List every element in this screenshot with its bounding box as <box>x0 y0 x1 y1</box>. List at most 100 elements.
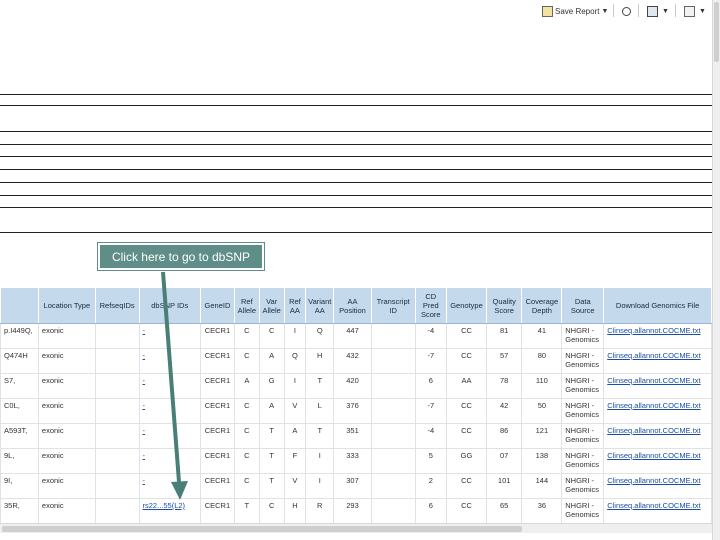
dbsnp-link[interactable]: - <box>138 323 201 349</box>
table-cell: p.I449Q, <box>0 323 39 349</box>
column-header[interactable]: Variant AA <box>305 287 335 324</box>
table-cell: 80 <box>521 348 563 374</box>
table-cell: Q474H <box>0 348 39 374</box>
table-cell: C <box>233 348 260 374</box>
table-cell: -4 <box>414 323 448 349</box>
table-cell: CC <box>446 423 487 449</box>
column-header[interactable]: Data Source <box>561 287 605 324</box>
section-divider <box>0 131 712 132</box>
refresh-button[interactable] <box>622 3 633 19</box>
table-cell: 9L, <box>0 448 39 474</box>
table-cell <box>94 398 140 424</box>
column-header[interactable]: RefseqIDs <box>94 287 140 324</box>
table-cell: CC <box>446 498 487 523</box>
table-cell <box>370 398 416 424</box>
table-cell: C <box>258 498 285 523</box>
table-cell: 376 <box>333 398 372 424</box>
dbsnp-link[interactable]: - <box>138 448 201 474</box>
column-header[interactable]: GeneID <box>199 287 235 324</box>
column-header[interactable] <box>0 287 39 324</box>
layout-icon <box>647 5 658 17</box>
download-file-link[interactable]: Clinseq.allannot.COCME.txt <box>603 348 712 374</box>
table-row: 9I, exonic - CECR1 C T V I 307 2 CC 101 144 NHGRI - G… <box>0 473 712 499</box>
table-cell <box>370 423 416 449</box>
table-cell: CC <box>446 348 487 374</box>
column-header[interactable]: Transcript ID <box>370 287 416 324</box>
table-row: p.I449Q, exonic - CECR1 C C I Q 447 -4 CC 81 41 NHGRI… <box>0 323 712 349</box>
layout-button[interactable]: ▼ <box>647 3 669 19</box>
table-cell: R <box>305 498 335 523</box>
horizontal-scrollbar[interactable] <box>0 523 712 533</box>
table-cell: T <box>258 473 285 499</box>
table-cell: 6 <box>414 373 448 399</box>
column-header[interactable]: Download Genomics File <box>603 287 712 324</box>
column-header[interactable]: Var Allele <box>258 287 285 324</box>
table-cell: 35R, <box>0 498 39 523</box>
download-file-link[interactable]: Clinseq.allannot.COCME.txt <box>603 448 712 474</box>
column-header[interactable]: AA Position <box>333 287 372 324</box>
table-cell: 138 <box>521 448 563 474</box>
horizontal-scrollbar-thumb[interactable] <box>2 526 522 532</box>
section-divider <box>0 207 712 208</box>
dbsnp-link[interactable]: - <box>138 373 201 399</box>
table-cell: 42 <box>485 398 523 424</box>
vertical-scrollbar[interactable] <box>712 0 720 540</box>
table-cell: CECR1 <box>199 423 235 449</box>
table-cell: 6 <box>414 498 448 523</box>
table-cell: CC <box>446 323 487 349</box>
dbsnp-link[interactable]: - <box>138 473 201 499</box>
table-cell: 144 <box>521 473 563 499</box>
section-divider <box>0 232 712 233</box>
table-cell: exonic <box>37 348 96 374</box>
variant-table: Location Type RefseqIDs dbSNP IDs GeneID Ref… <box>0 287 712 523</box>
vertical-scrollbar-thumb[interactable] <box>714 2 719 62</box>
table-cell: CECR1 <box>199 373 235 399</box>
column-header[interactable]: dbSNP IDs <box>138 287 201 324</box>
table-row: 9L, exonic - CECR1 C T F I 333 5 GG 07 138 NHGRI - Ge… <box>0 448 712 474</box>
column-header[interactable]: CD Pred Score <box>414 287 448 324</box>
table-cell: 36 <box>521 498 563 523</box>
dbsnp-callout: Click here to go to dbSNP <box>98 243 264 270</box>
table-cell: 420 <box>333 373 372 399</box>
download-file-link[interactable]: Clinseq.allannot.COCME.txt <box>603 398 712 424</box>
table-cell: 50 <box>521 398 563 424</box>
table-cell: 57 <box>485 348 523 374</box>
table-row: Q474H exonic - CECR1 C A Q H 432 -7 CC 57 80 NHGRI - … <box>0 348 712 374</box>
table-cell: A593T, <box>0 423 39 449</box>
column-header[interactable]: Coverage Depth <box>521 287 563 324</box>
column-header[interactable]: Genotype <box>446 287 487 324</box>
table-cell: G <box>258 373 285 399</box>
table-cell: NHGRI - Genomics <box>561 373 605 399</box>
table-cell: A <box>258 348 285 374</box>
table-cell: 110 <box>521 373 563 399</box>
save-report-icon <box>542 5 553 17</box>
download-file-link[interactable]: Clinseq.allannot.COCME.txt <box>603 323 712 349</box>
dbsnp-link[interactable]: rs22...55(L2) <box>138 498 201 523</box>
table-cell: 78 <box>485 373 523 399</box>
dbsnp-link[interactable]: - <box>138 348 201 374</box>
chevron-down-icon: ▼ <box>662 7 669 15</box>
table-cell: T <box>233 498 260 523</box>
table-cell <box>370 498 416 523</box>
download-file-link[interactable]: Clinseq.allannot.COCME.txt <box>603 423 712 449</box>
column-header[interactable]: Quality Score <box>485 287 523 324</box>
table-cell: CECR1 <box>199 398 235 424</box>
dbsnp-link[interactable]: - <box>138 398 201 424</box>
download-file-link[interactable]: Clinseq.allannot.COCME.txt <box>603 498 712 523</box>
download-file-link[interactable]: Clinseq.allannot.COCME.txt <box>603 373 712 399</box>
table-cell: V <box>283 473 307 499</box>
tools-button[interactable]: ▼ <box>684 3 706 19</box>
table-cell: exonic <box>37 498 96 523</box>
download-file-link[interactable]: Clinseq.allannot.COCME.txt <box>603 473 712 499</box>
column-header[interactable]: Ref AA <box>283 287 307 324</box>
table-cell <box>370 323 416 349</box>
section-divider <box>0 144 712 145</box>
column-header[interactable]: Location Type <box>37 287 96 324</box>
dbsnp-link[interactable]: - <box>138 423 201 449</box>
table-row: S7, exonic - CECR1 A G I T 420 6 AA 78 110 NHGRI - Ge… <box>0 373 712 399</box>
table-cell: 432 <box>333 348 372 374</box>
table-cell: A <box>233 373 260 399</box>
save-report-button[interactable]: Save Report ▼ <box>542 3 608 19</box>
table-cell <box>94 448 140 474</box>
column-header[interactable]: Ref Allele <box>233 287 260 324</box>
